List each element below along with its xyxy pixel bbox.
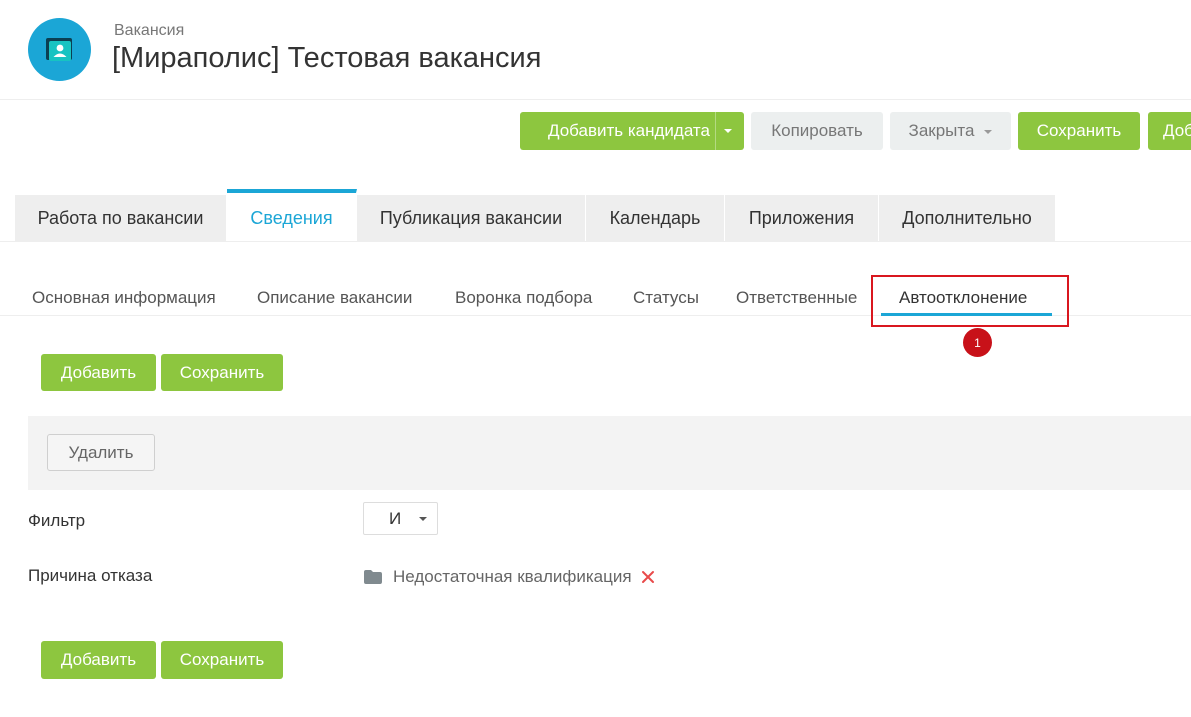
annotation-highlight-box <box>871 275 1069 327</box>
tab-publication[interactable]: Публикация вакансии <box>357 195 586 241</box>
chevron-down-icon[interactable] <box>724 129 732 133</box>
save-button[interactable]: Сохранить <box>161 354 283 391</box>
subtab-description[interactable]: Описание вакансии <box>257 288 412 308</box>
copy-button[interactable]: Копировать <box>751 112 883 150</box>
save-button[interactable]: Сохранить <box>161 641 283 679</box>
folder-icon <box>363 569 383 585</box>
tabs-divider <box>0 241 1191 242</box>
save-button[interactable]: Сохранить <box>1018 112 1140 150</box>
filter-label: Фильтр <box>28 511 86 530</box>
rule-toolbar-panel <box>28 416 1191 490</box>
tab-attachments[interactable]: Приложения <box>725 195 879 241</box>
subtab-main-info[interactable]: Основная информация <box>32 288 216 308</box>
subtab-responsible[interactable]: Ответственные <box>736 288 857 308</box>
tab-additional[interactable]: Дополнительно <box>879 195 1056 241</box>
status-label: Закрыта <box>908 121 975 140</box>
add-button-cut-off-label: Доб <box>1163 121 1191 140</box>
delete-button[interactable]: Удалить <box>47 434 155 471</box>
tab-calendar[interactable]: Календарь <box>586 195 725 241</box>
subtab-funnel[interactable]: Воронка подбора <box>455 288 592 308</box>
header-divider <box>0 99 1191 100</box>
vacancy-avatar <box>28 18 91 81</box>
reason-label: Причина отказа <box>28 566 153 585</box>
chevron-down-icon <box>419 517 427 521</box>
chevron-down-icon <box>984 130 993 134</box>
tab-work[interactable]: Работа по вакансии <box>15 195 227 241</box>
add-button[interactable]: Добавить <box>41 354 156 391</box>
add-candidate-label: Добавить кандидата <box>548 121 710 140</box>
main-tabs: Работа по вакансии Сведения Публикация в… <box>15 189 1056 241</box>
button-separator <box>715 112 716 150</box>
add-button-cut-off[interactable]: Доб <box>1148 112 1191 150</box>
reason-text: Недостаточная квалификация <box>393 567 632 586</box>
filter-select-value: И <box>389 508 402 528</box>
annotation-marker: 1 <box>963 328 992 357</box>
tab-details[interactable]: Сведения <box>227 189 357 241</box>
page-title: [Мираполис] Тестовая вакансия <box>112 42 542 74</box>
add-candidate-button[interactable]: Добавить кандидата <box>520 112 744 150</box>
subtab-statuses[interactable]: Статусы <box>633 288 699 308</box>
page-subtitle: Вакансия <box>114 22 185 39</box>
close-icon[interactable] <box>641 570 655 584</box>
add-button[interactable]: Добавить <box>41 641 156 679</box>
filter-select[interactable]: И <box>363 502 438 535</box>
status-dropdown-button[interactable]: Закрыта <box>890 112 1011 150</box>
reason-value: Недостаточная квалификация <box>363 566 655 588</box>
contact-card-icon <box>46 38 72 61</box>
